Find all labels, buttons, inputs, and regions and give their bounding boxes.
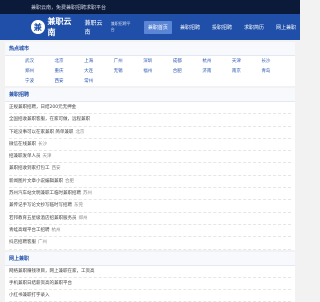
- online-job-title[interactable]: 小红书兼职打字录入: [9, 293, 50, 298]
- job-title[interactable]: 苏州汽车站文明兼职工临时兼职招聘: [9, 191, 81, 196]
- city-link[interactable]: 成都: [173, 58, 203, 64]
- city-link[interactable]: 济南: [202, 68, 232, 74]
- job-title[interactable]: 下班没事可以在家兼职 简单兼职: [9, 130, 73, 135]
- online-job-list: 网络兼职赚钱项目，网上兼职在家，工资高 手机兼职日结薪资高的兼职平台 小红书兼职…: [5, 266, 295, 302]
- city-link[interactable]: 无锡: [114, 68, 144, 74]
- job-list-item[interactable]: 微信在线兼职 长沙: [9, 139, 291, 152]
- job-list-item[interactable]: 正规兼职招聘，日结200元无押金: [9, 102, 291, 115]
- site-name: 兼职云南: [84, 20, 103, 36]
- job-title[interactable]: 抖店招聘客服: [9, 240, 36, 245]
- job-location: 杭州: [51, 227, 61, 233]
- nav-item-home[interactable]: 兼职首页: [143, 20, 172, 34]
- job-list-item[interactable]: 招兼职发单人员 天津: [9, 151, 291, 164]
- city-link[interactable]: 常州: [84, 78, 114, 84]
- job-location: 长沙: [38, 141, 47, 147]
- city-link[interactable]: 合肥: [173, 68, 203, 74]
- city-link[interactable]: 南京: [232, 68, 262, 74]
- job-list-item[interactable]: 下班没事可以在家兼职 简单兼职 北京: [9, 127, 291, 139]
- city-link[interactable]: 上海: [84, 58, 114, 64]
- job-title[interactable]: 招兼职发单人员: [9, 154, 41, 159]
- job-location: 广州: [38, 240, 47, 246]
- city-link[interactable]: 杭州: [202, 58, 232, 64]
- job-location: 郑州: [78, 215, 88, 221]
- job-title[interactable]: 正规兼职招聘，日结200元无押金: [9, 105, 76, 110]
- city-link[interactable]: 大连: [84, 68, 114, 74]
- city-link[interactable]: 宁波: [25, 78, 55, 84]
- job-location: 西安: [51, 166, 61, 172]
- job-list-item[interactable]: 青蛙高端平台工招聘 杭州: [9, 225, 291, 238]
- city-link[interactable]: 福州: [143, 68, 173, 74]
- main-nav: 兼职首页 兼职招聘 投职招聘 求职简历 网上兼职: [143, 20, 300, 34]
- job-list-item[interactable]: 兼传记手写论文抄写临时写招聘 东莞: [9, 200, 291, 213]
- city-grid: 武汉 北京 上海 广州 深圳 成都 杭州 天津 长沙 郑州 重庆 大连 无锡 福…: [5, 56, 295, 86]
- job-location: 天津: [42, 154, 52, 160]
- site-logo[interactable]: 兼 兼职云南: [31, 16, 78, 38]
- online-job-item[interactable]: 手机兼职日结薪资高的兼职平台: [9, 278, 291, 291]
- online-jobs-title: 网上兼职: [5, 251, 295, 266]
- hot-cities-panel: 热点城市 武汉 北京 上海 广州 深圳 成都 杭州 天津 长沙 郑州 重庆 大连…: [5, 42, 295, 86]
- jobs-panel: 兼职招聘 正规兼职招聘，日结200元无押金 全国招收兼职客服，在家可做，远程兼职…: [5, 88, 295, 250]
- nav-item-online[interactable]: 网上兼职: [272, 21, 300, 34]
- job-title[interactable]: 兼传记手写论文抄写临时写招聘: [9, 203, 72, 208]
- city-link[interactable]: 重庆: [55, 68, 85, 74]
- city-link[interactable]: 武汉: [25, 58, 55, 64]
- job-location: 合肥: [65, 178, 74, 184]
- logo-icon: 兼: [31, 20, 45, 34]
- site-subtitle: 兼职招聘平台: [110, 21, 131, 32]
- city-link[interactable]: 广州: [114, 58, 144, 64]
- city-link[interactable]: 深圳: [143, 58, 173, 64]
- main-content: 热点城市 武汉 北京 上海 广州 深圳 成都 杭州 天津 长沙 郑州 重庆 大连…: [5, 40, 295, 302]
- job-title[interactable]: 新闻图片文章小说编辑兼职: [9, 179, 63, 184]
- job-title[interactable]: 若邦教育五星级酒店招兼职服务员: [9, 216, 77, 221]
- job-list-item[interactable]: 兼职招收到家打包工 西安: [9, 163, 291, 176]
- nav-item-resume[interactable]: 求职简历: [240, 21, 268, 34]
- city-link[interactable]: 长沙: [261, 58, 291, 64]
- job-location: 东莞: [74, 203, 83, 209]
- job-title[interactable]: 微信在线兼职: [9, 142, 36, 147]
- online-job-title[interactable]: 网络兼职赚钱项目，网上兼职在家，工资高: [9, 269, 95, 274]
- site-header: 兼 兼职云南 兼职云南 兼职招聘平台 兼职首页 兼职招聘 投职招聘 求职简历 网…: [0, 14, 300, 40]
- city-link[interactable]: 北京: [55, 58, 85, 64]
- logo-text: 兼职云南: [47, 16, 72, 37]
- job-list: 正规兼职招聘，日结200元无押金 全国招收兼职客服，在家可做，远程兼职 下班没事…: [5, 102, 295, 250]
- job-location: 苏州: [83, 191, 92, 197]
- city-link[interactable]: 天津: [232, 58, 262, 64]
- top-bar-text: 兼职云南，免费兼职招聘求职平台: [31, 4, 107, 11]
- online-job-item[interactable]: 网络兼职赚钱项目，网上兼职在家，工资高: [9, 266, 291, 278]
- job-list-item[interactable]: 全国招收兼职客服，在家可做，远程兼职: [9, 114, 291, 127]
- job-title[interactable]: 全国招收兼职客服，在家可做，远程兼职: [9, 117, 90, 122]
- job-location: 北京: [75, 129, 85, 135]
- job-list-item[interactable]: 抖店招聘客服 广州: [9, 237, 291, 250]
- job-title[interactable]: 青蛙高端平台工招聘: [9, 228, 50, 233]
- job-list-item[interactable]: 苏州汽车站文明兼职工临时兼职招聘 苏州: [9, 188, 291, 201]
- jobs-title: 兼职招聘: [5, 88, 295, 102]
- city-link[interactable]: 郑州: [25, 68, 55, 74]
- online-job-title[interactable]: 手机兼职日结薪资高的兼职平台: [9, 281, 72, 286]
- job-title[interactable]: 兼职招收到家打包工: [9, 166, 50, 171]
- top-bar: 兼职云南，免费兼职招聘求职平台: [0, 0, 300, 14]
- online-jobs-panel: 网上兼职 网络兼职赚钱项目，网上兼职在家，工资高 手机兼职日结薪资高的兼职平台 …: [5, 251, 295, 302]
- hot-cities-title: 热点城市: [5, 42, 295, 56]
- online-job-item[interactable]: 小红书兼职打字录入: [9, 290, 291, 302]
- city-link[interactable]: 青岛: [261, 68, 291, 74]
- city-link[interactable]: 西安: [55, 78, 85, 84]
- job-list-item[interactable]: 若邦教育五星级酒店招兼职服务员 郑州: [9, 213, 291, 225]
- nav-item-jobs[interactable]: 兼职招聘: [176, 21, 204, 34]
- nav-item-post[interactable]: 投职招聘: [208, 21, 236, 34]
- job-list-item[interactable]: 新闻图片文章小说编辑兼职 合肥: [9, 176, 291, 189]
